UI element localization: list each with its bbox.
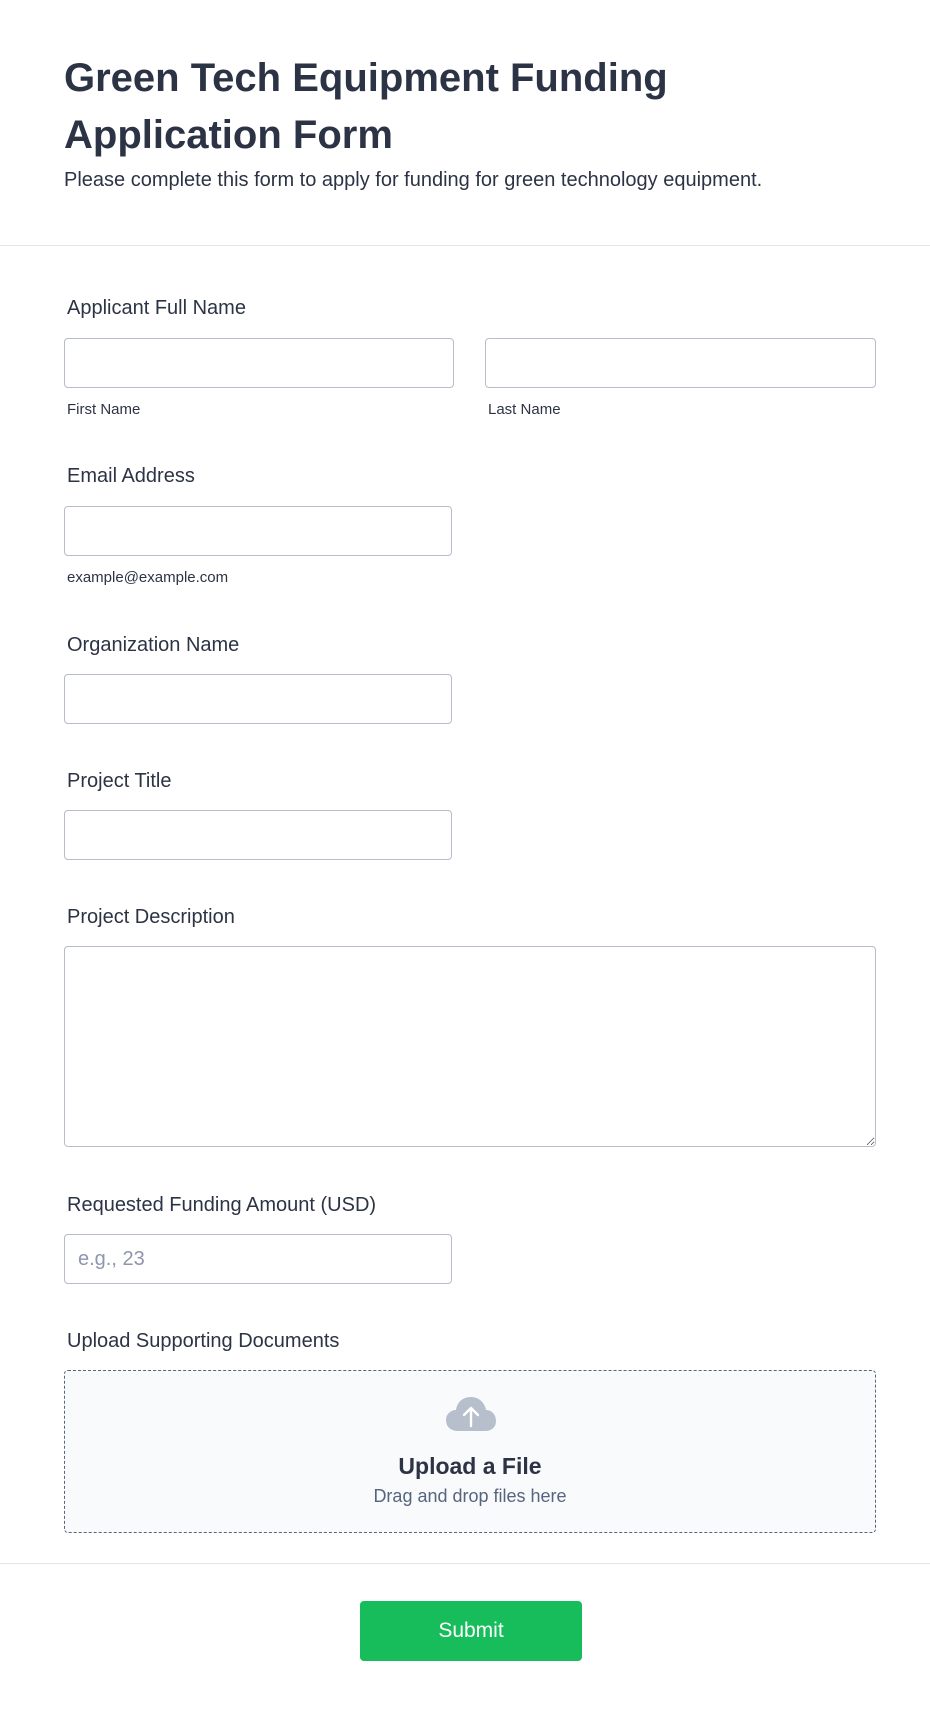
- first-name-sublabel: First Name: [67, 401, 141, 418]
- project-description-textarea[interactable]: [64, 946, 876, 1147]
- full-name-label: Applicant Full Name: [67, 297, 246, 319]
- upload-title: Upload a File: [398, 1453, 542, 1479]
- funding-amount-input[interactable]: [64, 1234, 452, 1284]
- last-name-input[interactable]: [485, 338, 876, 388]
- project-title-input[interactable]: [64, 810, 452, 860]
- last-name-sublabel: Last Name: [488, 401, 561, 418]
- upload-label: Upload Supporting Documents: [67, 1330, 340, 1352]
- form-header: Green Tech Equipment Funding Application…: [0, 0, 930, 246]
- organization-input[interactable]: [64, 674, 452, 724]
- file-upload-dropzone[interactable]: Upload a File Drag and drop files here: [64, 1370, 876, 1533]
- email-label: Email Address: [67, 465, 195, 487]
- project-description-label: Project Description: [67, 906, 235, 928]
- funding-amount-label: Requested Funding Amount (USD): [67, 1194, 377, 1216]
- page-subtitle: Please complete this form to apply for f…: [64, 169, 763, 191]
- upload-hint: Drag and drop files here: [373, 1486, 567, 1506]
- submit-button[interactable]: Submit: [360, 1601, 582, 1661]
- email-sublabel: example@example.com: [67, 569, 229, 586]
- page-title: Green Tech Equipment Funding Application…: [64, 56, 668, 157]
- project-title-label: Project Title: [67, 770, 172, 792]
- first-name-input[interactable]: [64, 338, 454, 388]
- cloud-upload-icon: [446, 1397, 496, 1431]
- footer-divider: [0, 1563, 930, 1564]
- email-input[interactable]: [64, 506, 452, 556]
- organization-label: Organization Name: [67, 634, 240, 656]
